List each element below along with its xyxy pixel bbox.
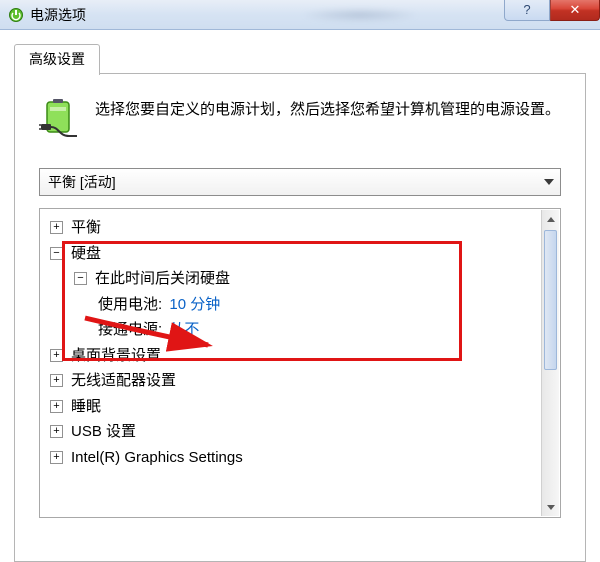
power-options-icon (8, 7, 24, 23)
expand-icon[interactable]: + (50, 221, 63, 234)
expand-icon[interactable]: + (50, 451, 63, 464)
collapse-icon[interactable]: − (50, 247, 63, 260)
tabpanel: 选择您要自定义的电源计划，然后选择您希望计算机管理的电源设置。 平衡 [活动] … (14, 74, 586, 562)
close-icon: ✕ (570, 2, 581, 18)
expand-icon[interactable]: + (50, 349, 63, 362)
tree-node-label: Intel(R) Graphics Settings (71, 445, 243, 471)
tree-node[interactable]: + 睡眠 (44, 394, 560, 420)
expand-icon[interactable]: + (50, 374, 63, 387)
tab-label: 高级设置 (29, 51, 85, 67)
window-title: 电源选项 (30, 5, 504, 25)
battery-plug-icon (39, 98, 81, 140)
setting-value[interactable]: 从不 (169, 321, 199, 338)
chevron-up-icon (547, 217, 555, 222)
setting-key: 使用电池 (98, 296, 158, 313)
titlebar: 电源选项 ? ✕ (0, 0, 600, 30)
chevron-down-icon (547, 505, 555, 510)
scroll-up-button[interactable] (542, 210, 559, 228)
dialog-body: 高级设置 选择您要自定义的电源计划，然后选择您希望计算机管理的电源设置。 平衡 … (0, 30, 600, 562)
setting-key: 接通电源 (98, 321, 158, 338)
tree-node-label: 平衡 (71, 215, 101, 241)
tree-node-label: 在此时间后关闭硬盘 (95, 266, 230, 292)
tree-node[interactable]: + 平衡 (44, 215, 560, 241)
expand-icon[interactable]: + (50, 400, 63, 413)
tree-value-row[interactable]: 使用电池: 10 分钟 (44, 292, 560, 318)
tree-node-label: USB 设置 (71, 419, 136, 445)
tree-value-row[interactable]: 接通电源: 从不 (44, 317, 560, 343)
tree-node[interactable]: + USB 设置 (44, 419, 560, 445)
combo-selected-text: 平衡 [活动] (40, 172, 116, 192)
scroll-thumb[interactable] (544, 230, 557, 370)
expand-icon[interactable]: + (50, 425, 63, 438)
help-icon: ? (523, 2, 530, 17)
setting-value[interactable]: 10 分钟 (169, 296, 220, 313)
tree-node-label: 无线适配器设置 (71, 368, 176, 394)
tab-advanced-settings[interactable]: 高级设置 (14, 44, 100, 75)
power-plan-combobox[interactable]: 平衡 [活动] (39, 168, 561, 196)
close-button[interactable]: ✕ (550, 0, 600, 21)
description-text: 选择您要自定义的电源计划，然后选择您希望计算机管理的电源设置。 (95, 98, 560, 140)
help-button[interactable]: ? (504, 0, 550, 21)
combo-dropdown-button[interactable] (538, 169, 560, 195)
tree-node-label: 桌面背景设置 (71, 343, 161, 369)
tree-node[interactable]: −在此时间后关闭硬盘 (44, 266, 560, 292)
settings-tree[interactable]: +平衡−硬盘−在此时间后关闭硬盘使用电池: 10 分钟接通电源: 从不+桌面背景… (39, 208, 561, 518)
tree-node[interactable]: + Intel(R) Graphics Settings (44, 445, 560, 471)
tree-node-label: 硬盘 (71, 241, 101, 267)
scroll-down-button[interactable] (542, 498, 559, 516)
collapse-icon[interactable]: − (74, 272, 87, 285)
tree-node[interactable]: + 无线适配器设置 (44, 368, 560, 394)
tree-node-label: 睡眠 (71, 394, 101, 420)
chevron-down-icon (544, 179, 554, 185)
tree-node[interactable]: + 桌面背景设置 (44, 343, 560, 369)
tabstrip: 高级设置 (14, 44, 586, 74)
scrollbar[interactable] (541, 210, 559, 516)
tree-node[interactable]: −硬盘 (44, 241, 560, 267)
